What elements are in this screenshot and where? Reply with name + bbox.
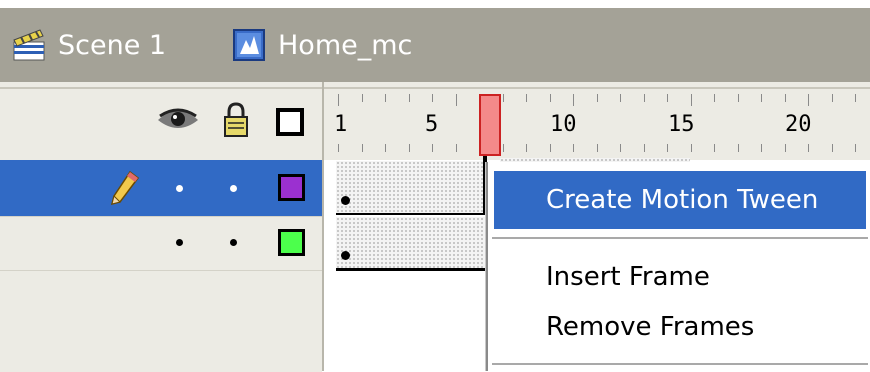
context-menu: Create Motion Tween Insert Frame Remove …: [486, 162, 870, 371]
menu-item-create-motion-tween[interactable]: Create Motion Tween: [494, 171, 866, 229]
ruler-tick: [526, 94, 527, 102]
layer-list-empty: [0, 270, 322, 372]
ruler-tick: [338, 94, 339, 106]
ruler-tick: [385, 144, 386, 152]
ruler-tick: [432, 144, 433, 152]
header-divider: [0, 87, 870, 89]
ruler-tick: [502, 94, 504, 102]
ruler-tick: [667, 94, 668, 102]
outline-color-swatch[interactable]: [278, 229, 305, 256]
ruler-tick: [432, 94, 433, 102]
ruler-label-10: 10: [550, 112, 577, 137]
scene-label: Scene 1: [58, 29, 167, 61]
ruler-tick: [808, 94, 809, 106]
visibility-dot[interactable]: [176, 239, 183, 246]
frame-span-underline: [336, 268, 486, 271]
ruler-tick: [690, 94, 692, 106]
ruler-tick: [455, 94, 457, 106]
ruler-tick: [549, 94, 551, 102]
lock-dot[interactable]: [230, 185, 237, 192]
ruler-label-20: 20: [785, 112, 812, 137]
ruler-tick: [361, 144, 363, 152]
playhead[interactable]: [479, 94, 501, 156]
ruler-tick: [784, 94, 786, 102]
menu-separator: [492, 363, 868, 365]
ruler-tick: [526, 144, 527, 152]
ruler-tick: [831, 144, 833, 152]
ruler-tick: [855, 144, 856, 152]
ruler-tick: [643, 94, 645, 102]
ruler-tick: [502, 144, 504, 152]
menu-separator: [492, 237, 868, 239]
outline-color-swatch[interactable]: [278, 174, 305, 201]
ruler-tick: [620, 94, 621, 102]
ruler-tick: [737, 144, 739, 152]
symbol-breadcrumb[interactable]: Home_mc: [232, 8, 412, 82]
ruler-tick: [643, 144, 645, 152]
ruler-tick: [761, 94, 762, 102]
pencil-icon: [110, 170, 140, 206]
ruler-tick: [596, 94, 598, 102]
ruler-tick: [573, 94, 574, 106]
layer-header: [0, 82, 324, 160]
keyframe-dot[interactable]: [341, 251, 350, 260]
menu-item-insert-frame[interactable]: Insert Frame: [494, 252, 866, 302]
frame-span-layer-1[interactable]: [336, 161, 486, 215]
symbol-label: Home_mc: [278, 29, 413, 61]
ruler-tick: [385, 94, 386, 102]
ruler-tick: [408, 94, 410, 102]
ruler-tick: [549, 144, 551, 152]
layer-row-1[interactable]: [0, 160, 322, 216]
ruler-label-15: 15: [668, 112, 695, 137]
ruler-tick: [855, 94, 856, 102]
layer-row-2[interactable]: [0, 216, 322, 271]
keyframe-dot[interactable]: [341, 196, 350, 205]
ruler-tick: [667, 144, 668, 152]
ruler-tick: [690, 144, 692, 152]
ruler-label-5: 5: [425, 112, 439, 137]
frame-span-layer-2[interactable]: [336, 217, 486, 269]
lock-dot[interactable]: [230, 239, 237, 246]
ruler-tick: [620, 144, 621, 152]
ruler-tick: [808, 144, 809, 152]
visibility-dot[interactable]: [176, 185, 183, 192]
ruler-tick: [761, 144, 762, 152]
lock-icon[interactable]: [222, 102, 250, 138]
menu-item-remove-frames[interactable]: Remove Frames: [494, 302, 866, 352]
ruler-tick: [455, 144, 457, 152]
ruler-tick: [596, 144, 598, 152]
ruler-tick: [784, 144, 786, 152]
edit-bar: Scene 1 Home_mc: [0, 8, 870, 82]
frame-span-underline: [336, 213, 486, 215]
ruler-label-1: 1: [334, 112, 348, 137]
outline-square-icon[interactable]: [276, 108, 304, 136]
panel-divider[interactable]: [322, 82, 324, 371]
ruler-tick: [408, 144, 410, 152]
ruler-tick: [573, 144, 574, 152]
movieclip-icon: [233, 29, 265, 61]
ruler-tick: [737, 94, 739, 102]
ruler-tick: [338, 144, 339, 152]
clapperboard-icon: [13, 29, 45, 61]
ruler-tick: [714, 94, 715, 102]
ruler-tick: [714, 144, 715, 152]
scene-breadcrumb[interactable]: Scene 1: [12, 8, 166, 82]
ruler-tick: [361, 94, 363, 102]
eye-icon[interactable]: [156, 106, 200, 134]
ruler-tick: [831, 94, 833, 102]
